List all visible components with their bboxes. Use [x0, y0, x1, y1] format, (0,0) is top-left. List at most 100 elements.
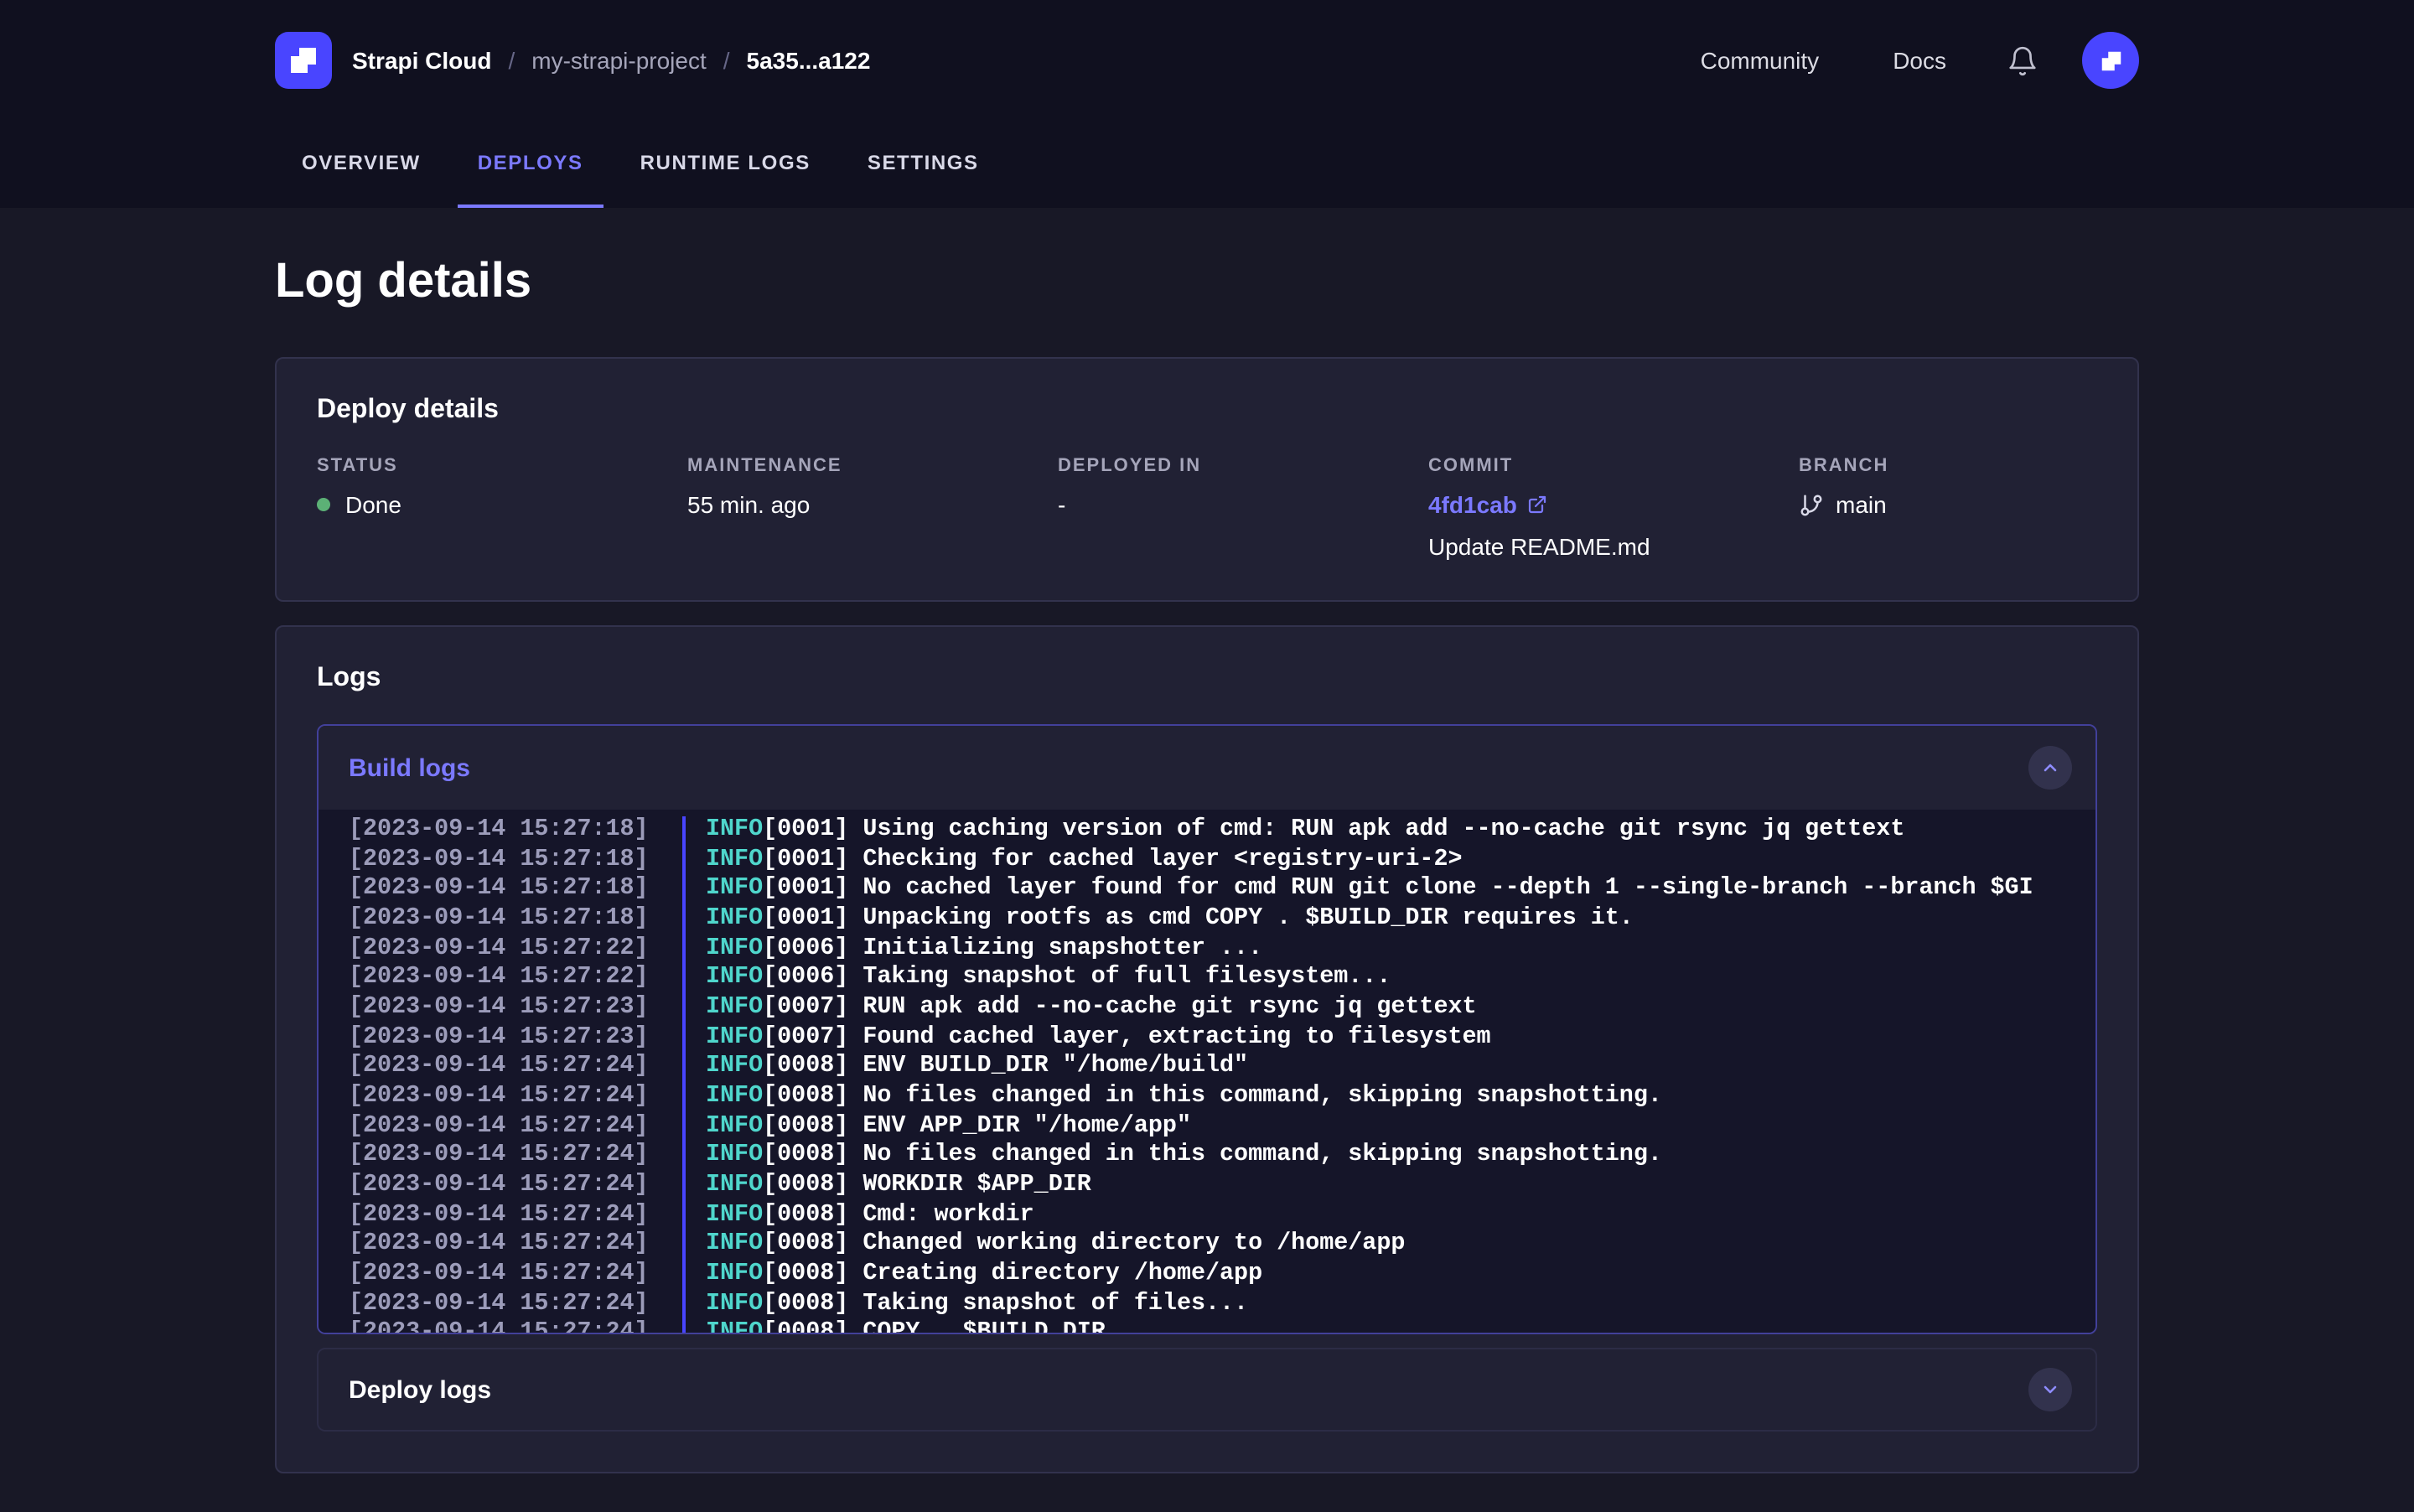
log-message-cell: INFO[0008] WORKDIR $APP_DIR [682, 1172, 2095, 1201]
log-seq: [0001] [763, 905, 848, 932]
tab-label: SETTINGS [868, 151, 979, 174]
nav-community[interactable]: Community [1701, 47, 1820, 74]
deploy-details-fields: STATUS Done MAINTENANCE 55 min. ago DEPL… [317, 456, 2097, 560]
tab-runtime-logs[interactable]: RUNTIME LOGS [620, 121, 831, 208]
field-branch: BRANCH main [1799, 456, 2097, 560]
tab-label: OVERVIEW [302, 151, 421, 174]
log-timestamp: [2023-09-14 15:27:24] [319, 1261, 682, 1290]
log-timestamp: [2023-09-14 15:27:22] [319, 965, 682, 994]
log-message-cell: INFO[0008] Changed working directory to … [682, 1230, 2095, 1260]
build-logs-section: Build logs [2023-09-14 15:27:18] INFO[00… [317, 724, 2097, 1334]
deploy-logs-title: Deploy logs [349, 1375, 491, 1404]
log-timestamp: [2023-09-14 15:27:24] [319, 1172, 682, 1201]
log-message: RUN apk add --no-cache git rsync jq gett… [848, 994, 1476, 1021]
chevron-up-icon [2040, 758, 2060, 778]
log-line: [2023-09-14 15:27:18] INFO[0001] Unpacki… [319, 905, 2095, 935]
commit-hash: 4fd1cab [1428, 491, 1517, 518]
tab-settings[interactable]: SETTINGS [847, 121, 999, 208]
log-timestamp: [2023-09-14 15:27:24] [319, 1290, 682, 1319]
log-level: INFO [706, 1083, 763, 1110]
log-message-cell: INFO[0006] Initializing snapshotter ... [682, 935, 2095, 964]
log-level: INFO [706, 1201, 763, 1228]
breadcrumb-deploy-id: 5a35...a122 [747, 47, 871, 74]
build-logs-header[interactable]: Build logs [319, 726, 2095, 810]
log-line: [2023-09-14 15:27:24] INFO[0008] ENV BUI… [319, 1054, 2095, 1083]
field-maintenance: MAINTENANCE 55 min. ago [687, 456, 1058, 560]
log-seq: [0006] [763, 935, 848, 961]
header-row: Strapi Cloud / my-strapi-project / 5a35.… [275, 0, 2139, 121]
log-message: No files changed in this command, skippi… [848, 1142, 1662, 1168]
field-label: MAINTENANCE [687, 456, 1058, 476]
maintenance-value: 55 min. ago [687, 491, 1058, 518]
log-seq: [0001] [763, 846, 848, 873]
log-line: [2023-09-14 15:27:24] INFO[0008] ENV APP… [319, 1112, 2095, 1142]
main-content: Log details Deploy details STATUS Done M… [275, 255, 2139, 1512]
tab-overview[interactable]: OVERVIEW [282, 121, 441, 208]
log-message-cell: INFO[0008] Creating directory /home/app [682, 1261, 2095, 1290]
bell-icon [2007, 44, 2038, 76]
log-message-cell: INFO[0008] COPY . $BUILD_DIR [682, 1319, 2095, 1333]
log-message-cell: INFO[0007] Found cached layer, extractin… [682, 1023, 2095, 1053]
log-message: No files changed in this command, skippi… [848, 1083, 1662, 1110]
log-message-cell: INFO[0008] ENV BUILD_DIR "/home/build" [682, 1054, 2095, 1083]
expand-deploy-logs-button[interactable] [2028, 1368, 2072, 1411]
log-timestamp: [2023-09-14 15:27:18] [319, 876, 682, 905]
logs-title: Logs [317, 664, 2097, 694]
log-seq: [0008] [763, 1083, 848, 1110]
log-level: INFO [706, 1230, 763, 1257]
deployed-in-value: - [1058, 491, 1428, 518]
field-label: COMMIT [1428, 456, 1799, 476]
log-message: WORKDIR $APP_DIR [848, 1172, 1091, 1199]
log-level: INFO [706, 876, 763, 903]
log-message-cell: INFO[0001] Using caching version of cmd:… [682, 816, 2095, 846]
field-status: STATUS Done [317, 456, 687, 560]
log-message: Creating directory /home/app [848, 1261, 1262, 1287]
log-timestamp: [2023-09-14 15:27:24] [319, 1230, 682, 1260]
log-timestamp: [2023-09-14 15:27:24] [319, 1319, 682, 1333]
log-level: INFO [706, 994, 763, 1021]
log-line: [2023-09-14 15:27:18] INFO[0001] Using c… [319, 816, 2095, 846]
strapi-logo[interactable] [275, 32, 332, 89]
log-seq: [0006] [763, 965, 848, 992]
field-label: STATUS [317, 456, 687, 476]
log-line: [2023-09-14 15:27:23] INFO[0007] RUN apk… [319, 994, 2095, 1023]
git-branch-icon [1799, 492, 1824, 517]
log-seq: [0001] [763, 876, 848, 903]
log-timestamp: [2023-09-14 15:27:22] [319, 935, 682, 964]
app-viewport: Strapi Cloud / my-strapi-project / 5a35.… [0, 0, 2414, 1512]
user-avatar[interactable] [2082, 32, 2139, 89]
log-message-cell: INFO[0007] RUN apk add --no-cache git rs… [682, 994, 2095, 1023]
breadcrumb-app[interactable]: Strapi Cloud [352, 47, 491, 74]
breadcrumb-separator: / [723, 47, 730, 74]
header-right: Community Docs [1627, 32, 2139, 89]
breadcrumb-project[interactable]: my-strapi-project [531, 47, 707, 74]
nav-docs[interactable]: Docs [1893, 47, 1946, 74]
tab-deploys[interactable]: DEPLOYS [458, 121, 604, 208]
log-message: Taking snapshot of full filesystem... [848, 965, 1391, 992]
log-timestamp: [2023-09-14 15:27:24] [319, 1142, 682, 1171]
collapse-build-logs-button[interactable] [2028, 746, 2072, 790]
log-message: Cmd: workdir [848, 1201, 1033, 1228]
tab-label: DEPLOYS [478, 151, 583, 174]
log-line: [2023-09-14 15:27:24] INFO[0008] Cmd: wo… [319, 1201, 2095, 1230]
log-level: INFO [706, 1054, 763, 1080]
log-timestamp: [2023-09-14 15:27:18] [319, 905, 682, 935]
deploy-details-card: Deploy details STATUS Done MAINTENANCE 5… [275, 357, 2139, 602]
external-link-icon [1527, 495, 1547, 515]
commit-link[interactable]: 4fd1cab [1428, 491, 1547, 518]
log-message: Using caching version of cmd: RUN apk ad… [848, 816, 1904, 843]
log-message: Changed working directory to /home/app [848, 1230, 1405, 1257]
log-seq: [0008] [763, 1319, 848, 1333]
log-line: [2023-09-14 15:27:24] INFO[0008] No file… [319, 1083, 2095, 1112]
breadcrumb: Strapi Cloud / my-strapi-project / 5a35.… [275, 32, 870, 89]
log-message: ENV APP_DIR "/home/app" [848, 1112, 1191, 1139]
deploy-logs-header[interactable]: Deploy logs [317, 1348, 2097, 1432]
build-log-lines[interactable]: [2023-09-14 15:27:18] INFO[0001] Using c… [319, 810, 2095, 1333]
log-level: INFO [706, 1319, 763, 1333]
log-message: Initializing snapshotter ... [848, 935, 1262, 961]
log-level: INFO [706, 1290, 763, 1317]
notifications-button[interactable] [2007, 44, 2038, 76]
log-seq: [0008] [763, 1290, 848, 1317]
log-message: Taking snapshot of files... [848, 1290, 1248, 1317]
log-message-cell: INFO[0008] Taking snapshot of files... [682, 1290, 2095, 1319]
